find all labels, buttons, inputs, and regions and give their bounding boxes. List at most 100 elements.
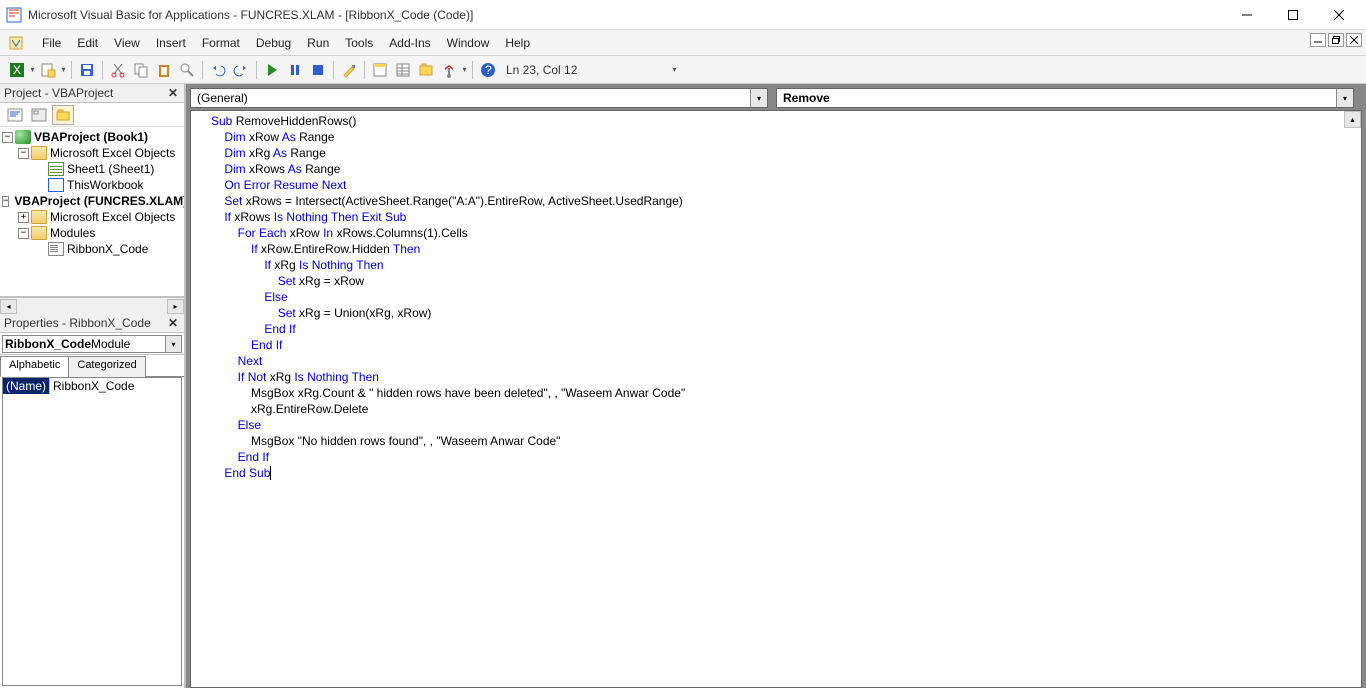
left-column: Project - VBAProject ✕ −VBAProject (Book… <box>0 84 186 688</box>
mdi-icon <box>8 35 24 51</box>
dropdown-icon[interactable]: ▾ <box>461 59 468 81</box>
scroll-right-icon[interactable]: ▸ <box>167 299 184 314</box>
properties-button[interactable] <box>392 59 414 81</box>
dropdown-icon[interactable]: ▾ <box>60 59 67 81</box>
project-pane-header: Project - VBAProject ✕ <box>0 84 184 103</box>
menu-debug[interactable]: Debug <box>248 33 299 53</box>
code-editor[interactable]: ▴ Sub RemoveHiddenRows() Dim xRow As Ran… <box>190 110 1362 688</box>
object-browser-button[interactable] <box>415 59 437 81</box>
tree-module-node[interactable]: RibbonX_Code <box>0 241 184 257</box>
tree-project-node[interactable]: −VBAProject (FUNCRES.XLAM) <box>0 193 184 209</box>
folder-icon <box>31 146 47 160</box>
mdi-minimize-button[interactable] <box>1310 33 1326 47</box>
insert-button[interactable] <box>37 59 59 81</box>
expand-icon[interactable]: + <box>18 212 29 223</box>
menu-window[interactable]: Window <box>439 33 498 53</box>
properties-tabs: Alphabetic Categorized <box>0 355 184 377</box>
project-icon <box>15 130 31 144</box>
help-button[interactable]: ? <box>477 59 499 81</box>
menu-format[interactable]: Format <box>194 33 248 53</box>
paste-button[interactable] <box>153 59 175 81</box>
save-button[interactable] <box>76 59 98 81</box>
app-icon <box>6 7 22 23</box>
view-excel-button[interactable]: X <box>6 59 28 81</box>
dropdown-icon[interactable]: ▾ <box>165 336 181 352</box>
menu-help[interactable]: Help <box>497 33 538 53</box>
tree-folder-node[interactable]: −Microsoft Excel Objects <box>0 145 184 161</box>
minimize-button[interactable] <box>1224 0 1270 30</box>
toolbox-button[interactable] <box>438 59 460 81</box>
object-dropdown[interactable]: (General)▾ <box>190 88 768 108</box>
workbook-icon <box>48 178 64 192</box>
properties-pane-header: Properties - RibbonX_Code ✕ <box>0 314 184 333</box>
project-explorer-button[interactable] <box>369 59 391 81</box>
project-pane-title: Project - VBAProject <box>4 86 113 100</box>
menu-view[interactable]: View <box>106 33 148 53</box>
redo-button[interactable] <box>230 59 252 81</box>
menu-edit[interactable]: Edit <box>69 33 106 53</box>
collapse-icon[interactable]: − <box>18 228 29 239</box>
standard-toolbar: X ▾ ▾ ▾ ? Ln 23, Col 12 ▾ <box>0 56 1366 84</box>
code-window: (General)▾ Remove▾ ▴ Sub RemoveHiddenRow… <box>186 84 1366 688</box>
properties-object-selector[interactable]: RibbonX_Code Module▾ <box>0 333 184 355</box>
tree-hscrollbar[interactable]: ◂▸ <box>0 297 184 314</box>
svg-text:?: ? <box>485 63 492 77</box>
tab-alphabetic[interactable]: Alphabetic <box>0 356 69 377</box>
design-mode-button[interactable] <box>338 59 360 81</box>
mdi-restore-button[interactable] <box>1328 33 1344 47</box>
property-row[interactable]: (Name) RibbonX_Code <box>3 378 181 394</box>
menu-run[interactable]: Run <box>299 33 337 53</box>
menu-tools[interactable]: Tools <box>337 33 381 53</box>
tree-workbook-node[interactable]: ThisWorkbook <box>0 177 184 193</box>
view-object-button[interactable] <box>28 105 50 125</box>
project-tree[interactable]: −VBAProject (Book1) −Microsoft Excel Obj… <box>0 127 184 297</box>
close-button[interactable] <box>1316 0 1362 30</box>
tab-categorized[interactable]: Categorized <box>68 356 145 377</box>
property-value[interactable]: RibbonX_Code <box>49 378 181 394</box>
menu-insert[interactable]: Insert <box>148 33 194 53</box>
collapse-icon[interactable]: − <box>2 196 9 207</box>
menu-addins[interactable]: Add-Ins <box>381 33 438 53</box>
undo-button[interactable] <box>207 59 229 81</box>
break-button[interactable] <box>284 59 306 81</box>
collapse-icon[interactable]: − <box>18 148 29 159</box>
mdi-close-button[interactable] <box>1346 33 1362 47</box>
toggle-folders-button[interactable] <box>52 105 74 125</box>
view-code-button[interactable] <box>4 105 26 125</box>
project-pane-close-button[interactable]: ✕ <box>164 84 182 102</box>
menu-file[interactable]: File <box>34 33 69 53</box>
scroll-up-icon[interactable]: ▴ <box>1344 111 1361 128</box>
folder-icon <box>31 226 47 240</box>
tree-folder-node[interactable]: −Modules <box>0 225 184 241</box>
properties-pane-title: Properties - RibbonX_Code <box>4 316 151 330</box>
menu-bar: File Edit View Insert Format Debug Run T… <box>0 30 1366 56</box>
find-button[interactable] <box>176 59 198 81</box>
project-toolbar <box>0 103 184 127</box>
collapse-icon[interactable]: − <box>2 132 13 143</box>
copy-button[interactable] <box>130 59 152 81</box>
cut-button[interactable] <box>107 59 129 81</box>
scroll-left-icon[interactable]: ◂ <box>0 299 17 314</box>
property-name: (Name) <box>3 378 49 394</box>
title-bar: Microsoft Visual Basic for Applications … <box>0 0 1366 30</box>
dropdown-icon[interactable]: ▾ <box>1336 89 1353 107</box>
tree-project-node[interactable]: −VBAProject (Book1) <box>0 129 184 145</box>
tree-folder-node[interactable]: +Microsoft Excel Objects <box>0 209 184 225</box>
module-icon <box>48 242 64 256</box>
cursor-position-status: Ln 23, Col 12 <box>500 63 670 77</box>
properties-pane-close-button[interactable]: ✕ <box>164 314 182 332</box>
run-button[interactable] <box>261 59 283 81</box>
properties-grid[interactable]: (Name) RibbonX_Code <box>2 377 182 686</box>
procedure-dropdown[interactable]: Remove▾ <box>776 88 1354 108</box>
svg-text:X: X <box>13 63 21 77</box>
window-title: Microsoft Visual Basic for Applications … <box>28 8 1224 22</box>
main-area: Project - VBAProject ✕ −VBAProject (Book… <box>0 84 1366 688</box>
dropdown-icon[interactable]: ▾ <box>750 89 767 107</box>
maximize-button[interactable] <box>1270 0 1316 30</box>
folder-icon <box>31 210 47 224</box>
tree-sheet-node[interactable]: Sheet1 (Sheet1) <box>0 161 184 177</box>
worksheet-icon <box>48 162 64 176</box>
dropdown-icon[interactable]: ▾ <box>29 59 36 81</box>
dropdown-icon[interactable]: ▾ <box>671 59 678 81</box>
reset-button[interactable] <box>307 59 329 81</box>
